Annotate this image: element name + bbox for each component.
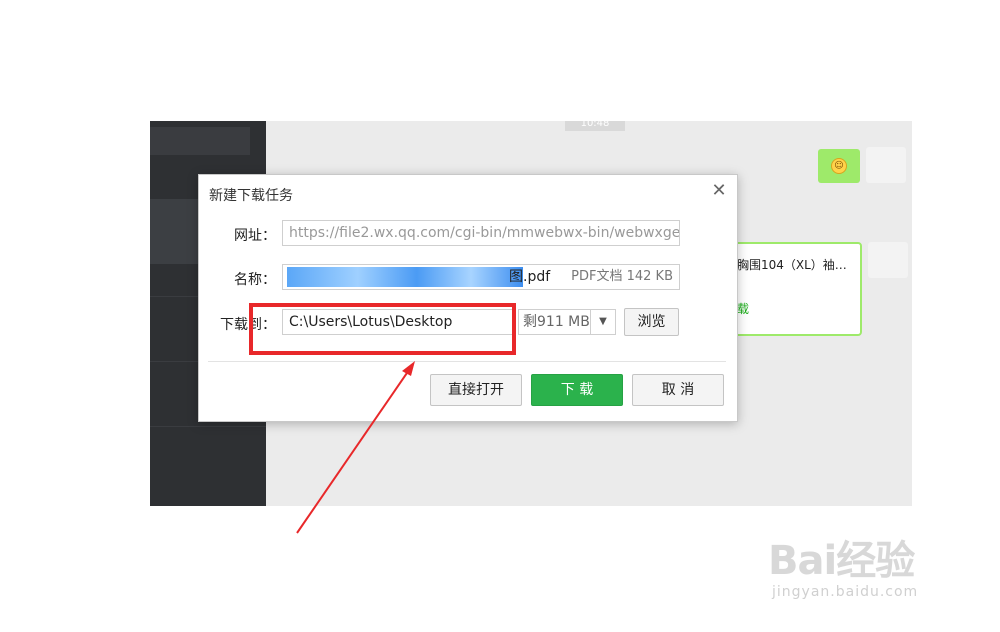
- watermark-url: jingyan.baidu.com: [772, 584, 919, 600]
- baidu-jingyan-watermark: Bai经验 jingyan.baidu.com: [768, 528, 948, 608]
- watermark-logo: Bai经验: [768, 538, 915, 584]
